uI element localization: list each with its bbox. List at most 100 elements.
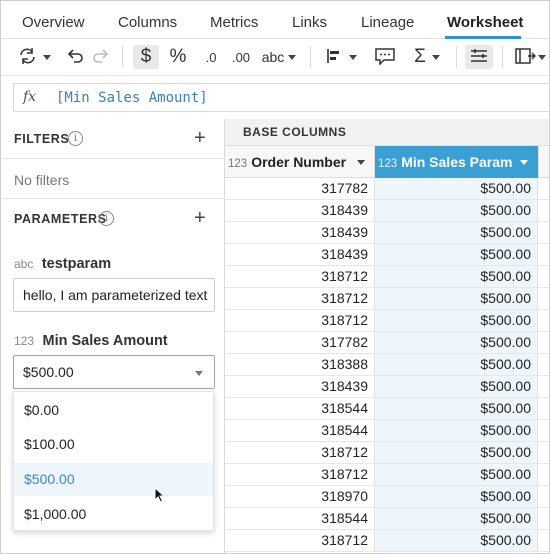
dropdown-option[interactable]: $100.00 bbox=[14, 428, 213, 461]
currency-format-button[interactable]: $ bbox=[133, 45, 159, 69]
align-menu-button[interactable] bbox=[321, 45, 361, 69]
column-header-next[interactable] bbox=[538, 146, 549, 178]
table-row[interactable]: 318544 $500.00 bbox=[225, 508, 549, 530]
order-number-cell[interactable]: 318544 bbox=[225, 420, 375, 441]
undo-button[interactable] bbox=[64, 45, 86, 69]
order-number-cell[interactable]: 318544 bbox=[225, 398, 375, 419]
min-sales-param-cell[interactable]: $500.00 bbox=[375, 376, 538, 397]
min-sales-amount-select[interactable]: $500.00 bbox=[13, 355, 215, 389]
order-number-cell[interactable]: 317782 bbox=[225, 332, 375, 353]
table-row[interactable]: 318439 $500.00 bbox=[225, 244, 549, 266]
order-number-cell[interactable]: 318712 bbox=[225, 464, 375, 485]
order-number-cell[interactable]: 318712 bbox=[225, 442, 375, 463]
min-sales-param-cell[interactable]: $500.00 bbox=[375, 464, 538, 485]
table-row[interactable]: 318970 $500.00 bbox=[225, 486, 549, 508]
next-column-cell[interactable] bbox=[538, 420, 549, 441]
percent-format-button[interactable]: % bbox=[165, 45, 191, 69]
order-number-cell[interactable]: 318712 bbox=[225, 266, 375, 287]
order-number-cell[interactable]: 318712 bbox=[225, 530, 375, 551]
table-row[interactable]: 318712 $500.00 bbox=[225, 266, 549, 288]
formula-input[interactable]: [Min Sales Amount] bbox=[56, 90, 208, 106]
min-sales-param-cell[interactable]: $500.00 bbox=[375, 354, 538, 375]
next-column-cell[interactable] bbox=[538, 442, 549, 463]
decrease-decimals-button[interactable]: .0 bbox=[197, 45, 225, 69]
table-row[interactable]: 318439 $500.00 bbox=[225, 376, 549, 398]
order-number-cell[interactable]: 318388 bbox=[225, 354, 375, 375]
column-header-order-number[interactable]: 123 Order Number bbox=[225, 146, 375, 178]
min-sales-param-cell[interactable]: $500.00 bbox=[375, 288, 538, 309]
table-row[interactable]: 317782 $500.00 bbox=[225, 332, 549, 354]
table-row[interactable]: 318544 $500.00 bbox=[225, 420, 549, 442]
min-sales-param-cell[interactable]: $500.00 bbox=[375, 486, 538, 507]
min-sales-param-cell[interactable]: $500.00 bbox=[375, 244, 538, 265]
dropdown-option[interactable]: $0.00 bbox=[14, 394, 213, 427]
table-row[interactable]: 318388 $500.00 bbox=[225, 354, 549, 376]
comment-button[interactable] bbox=[371, 45, 399, 69]
min-sales-param-cell[interactable]: $500.00 bbox=[375, 222, 538, 243]
tab-columns[interactable]: Columns bbox=[118, 14, 177, 31]
order-number-cell[interactable]: 318544 bbox=[225, 508, 375, 529]
next-column-cell[interactable] bbox=[538, 486, 549, 507]
tab-worksheet[interactable]: Worksheet bbox=[447, 14, 523, 31]
dropdown-option[interactable]: $1,000.00 bbox=[14, 498, 213, 531]
dropdown-option-selected[interactable]: $500.00 bbox=[14, 463, 213, 496]
order-number-cell[interactable]: 317782 bbox=[225, 178, 375, 199]
next-column-cell[interactable] bbox=[538, 354, 549, 375]
table-row[interactable]: 318712 $500.00 bbox=[225, 310, 549, 332]
add-parameter-button[interactable]: + bbox=[194, 208, 206, 228]
chevron-down-icon[interactable] bbox=[520, 160, 528, 165]
table-row[interactable]: 318712 $500.00 bbox=[225, 530, 549, 552]
next-column-cell[interactable] bbox=[538, 376, 549, 397]
table-row[interactable]: 318712 $500.00 bbox=[225, 464, 549, 486]
row-density-button[interactable] bbox=[465, 45, 493, 69]
next-column-cell[interactable] bbox=[538, 200, 549, 221]
tab-overview[interactable]: Overview bbox=[22, 14, 85, 31]
info-icon[interactable]: i bbox=[99, 211, 114, 226]
order-number-cell[interactable]: 318439 bbox=[225, 244, 375, 265]
min-sales-param-cell[interactable]: $500.00 bbox=[375, 420, 538, 441]
table-row[interactable]: 318439 $500.00 bbox=[225, 200, 549, 222]
min-sales-param-cell[interactable]: $500.00 bbox=[375, 200, 538, 221]
order-number-cell[interactable]: 318439 bbox=[225, 222, 375, 243]
order-number-cell[interactable]: 318439 bbox=[225, 200, 375, 221]
min-sales-param-cell[interactable]: $500.00 bbox=[375, 310, 538, 331]
order-number-cell[interactable]: 318712 bbox=[225, 310, 375, 331]
min-sales-param-cell[interactable]: $500.00 bbox=[375, 332, 538, 353]
table-row[interactable]: 318712 $500.00 bbox=[225, 288, 549, 310]
next-column-cell[interactable] bbox=[538, 508, 549, 529]
next-column-cell[interactable] bbox=[538, 288, 549, 309]
testparam-input[interactable]: hello, I am parameterized text bbox=[13, 278, 215, 312]
table-row[interactable]: 318712 $500.00 bbox=[225, 442, 549, 464]
column-header-min-sales-param[interactable]: 123 Min Sales Param bbox=[375, 146, 538, 178]
min-sales-param-cell[interactable]: $500.00 bbox=[375, 178, 538, 199]
table-row[interactable]: 318544 $500.00 bbox=[225, 398, 549, 420]
tab-metrics[interactable]: Metrics bbox=[210, 14, 258, 31]
increase-decimals-button[interactable]: .00 bbox=[226, 45, 256, 69]
order-number-cell[interactable]: 318970 bbox=[225, 486, 375, 507]
summary-menu-button[interactable]: Σ bbox=[409, 45, 445, 69]
min-sales-param-cell[interactable]: $500.00 bbox=[375, 530, 538, 551]
next-column-cell[interactable] bbox=[538, 398, 549, 419]
export-menu-button[interactable] bbox=[512, 45, 548, 69]
table-row[interactable]: 318439 $500.00 bbox=[225, 222, 549, 244]
next-column-cell[interactable] bbox=[538, 530, 549, 551]
tab-links[interactable]: Links bbox=[292, 14, 327, 31]
next-column-cell[interactable] bbox=[538, 222, 549, 243]
chevron-down-icon[interactable] bbox=[357, 160, 365, 165]
next-column-cell[interactable] bbox=[538, 244, 549, 265]
next-column-cell[interactable] bbox=[538, 464, 549, 485]
min-sales-param-cell[interactable]: $500.00 bbox=[375, 266, 538, 287]
min-sales-param-cell[interactable]: $500.00 bbox=[375, 508, 538, 529]
text-format-menu-button[interactable]: abc bbox=[259, 45, 299, 69]
min-sales-param-cell[interactable]: $500.00 bbox=[375, 398, 538, 419]
order-number-cell[interactable]: 318439 bbox=[225, 376, 375, 397]
min-sales-param-cell[interactable]: $500.00 bbox=[375, 442, 538, 463]
next-column-cell[interactable] bbox=[538, 310, 549, 331]
next-column-cell[interactable] bbox=[538, 178, 549, 199]
redo-button[interactable] bbox=[90, 45, 112, 69]
order-number-cell[interactable]: 318712 bbox=[225, 288, 375, 309]
next-column-cell[interactable] bbox=[538, 266, 549, 287]
tab-lineage[interactable]: Lineage bbox=[361, 14, 414, 31]
info-icon[interactable]: i bbox=[68, 131, 83, 146]
next-column-cell[interactable] bbox=[538, 332, 549, 353]
